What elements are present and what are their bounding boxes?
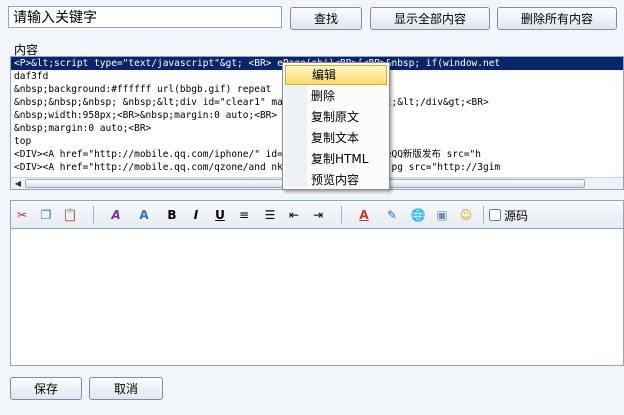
save-button[interactable]: 保存 <box>10 377 82 400</box>
cut-icon[interactable]: ✂ <box>13 206 31 224</box>
image-icon[interactable]: ▣ <box>433 206 451 224</box>
find-button[interactable]: 查找 <box>290 7 362 30</box>
search-input[interactable] <box>8 6 282 28</box>
editor-toolbar: ✂ ❐ 📋 A A B I U ≡ ☰ ⇤ ⇥ A ✎ 🌐 ▣ ☺ 源码 <box>10 200 624 228</box>
editor-area[interactable] <box>10 228 624 366</box>
show-all-button[interactable]: 显示全部内容 <box>370 7 490 30</box>
menu-item-copy-text[interactable]: 复制文本 <box>285 128 387 148</box>
outdent-icon[interactable]: ⇤ <box>285 206 303 224</box>
font-family-icon[interactable]: A <box>107 206 125 224</box>
italic-icon[interactable]: I <box>187 206 205 224</box>
font-size-icon[interactable]: A <box>135 206 153 224</box>
context-menu: 编辑 删除 复制原文 复制文本 复制HTML 预览内容 <box>282 62 390 190</box>
toolbar-separator <box>341 206 342 224</box>
emoticon-icon[interactable]: ☺ <box>457 206 475 224</box>
paste-icon[interactable]: 📋 <box>61 206 79 224</box>
bold-icon[interactable]: B <box>163 206 181 224</box>
delete-all-button[interactable]: 删除所有内容 <box>497 7 617 30</box>
font-color-icon[interactable]: A <box>355 206 373 224</box>
indent-icon[interactable]: ⇥ <box>309 206 327 224</box>
menu-item-copy-source[interactable]: 复制原文 <box>285 107 387 127</box>
copy-icon[interactable]: ❐ <box>37 206 55 224</box>
menu-item-edit[interactable]: 编辑 <box>285 65 387 85</box>
cancel-button[interactable]: 取消 <box>89 377 163 400</box>
source-label: 源码 <box>504 208 529 223</box>
underline-icon[interactable]: U <box>211 206 229 224</box>
scroll-left-arrow-icon[interactable]: ◀ <box>13 179 23 188</box>
toolbar-separator <box>93 206 94 224</box>
link-icon[interactable]: 🌐 <box>409 206 427 224</box>
highlight-icon[interactable]: ✎ <box>383 206 401 224</box>
menu-item-preview[interactable]: 预览内容 <box>285 170 387 190</box>
source-checkbox[interactable] <box>489 209 501 221</box>
menu-item-copy-html[interactable]: 复制HTML <box>285 149 387 169</box>
menu-item-delete[interactable]: 删除 <box>285 86 387 106</box>
toolbar-separator <box>483 206 484 224</box>
list-icon[interactable]: ☰ <box>261 206 279 224</box>
align-icon[interactable]: ≡ <box>235 206 253 224</box>
source-toggle[interactable]: 源码 <box>489 207 528 223</box>
